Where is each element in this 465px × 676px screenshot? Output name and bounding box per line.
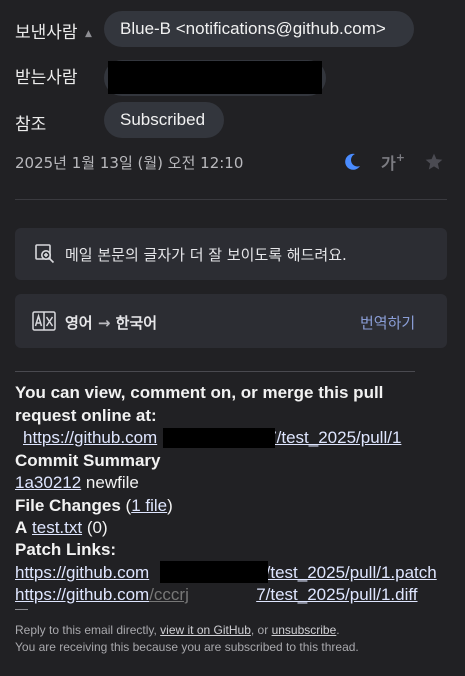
header-divider [15,199,447,200]
view-on-github-link[interactable]: view it on GitHub [160,623,251,637]
zoom-text-icon [33,242,57,266]
arrow-icon: → [97,314,111,332]
redacted-recipient [108,61,322,94]
unsubscribe-link[interactable]: unsubscribe [272,623,337,637]
redacted-repo-owner-1 [163,428,275,448]
translate-card: 영어 → 한국어 번역하기 [15,294,447,348]
patch-links-label: Patch Links: [15,540,117,559]
target-language[interactable]: 한국어 [116,314,157,332]
translate-languages: 영어 → 한국어 [65,312,157,333]
cc-label: 참조 [15,115,47,135]
sender-address: Blue-B <notifications@github.com> [120,19,386,38]
star-icon[interactable] [422,150,446,174]
intro-line-1: You can view, comment on, or merge this … [15,383,384,402]
source-language[interactable]: 영어 [65,314,93,332]
from-label: 보낸사람 ▲ [15,23,92,43]
translate-button[interactable]: 번역하기 [360,312,415,333]
commit-message: newfile [85,473,139,492]
file-name-link[interactable]: test.txt [32,518,82,537]
footer-reply-line: Reply to this email directly, view it on… [15,623,340,637]
commit-hash-link[interactable]: 1a30212 [15,473,81,492]
separator-dash: — [15,601,28,616]
sender-chip[interactable]: Blue-B <notifications@github.com> [104,11,414,47]
caret-up-icon[interactable]: ▲ [85,29,92,39]
to-label: 받는사람 [15,68,78,88]
body-divider [15,371,415,372]
file-changes-link[interactable]: 1 file [131,496,167,515]
cc-chip[interactable]: Subscribed [104,102,224,138]
redacted-repo-owner-2 [160,561,268,583]
intro-line-2: request online at: [15,406,157,425]
footer-subscribed-line: You are receiving this because you are s… [15,640,359,654]
commit-summary-label: Commit Summary [15,451,161,470]
file-changes-line: File Changes (1 file) [15,496,173,515]
diff-link[interactable]: https://github.com/cccrj 7/test_2025/pull… [15,585,418,605]
translate-icon [31,310,57,332]
moon-icon[interactable] [340,150,364,174]
readability-text: 메일 본문의 글자가 더 잘 보이도록 해드려요. [65,246,347,264]
email-date: 2025년 1월 13일 (월) 오전 12:10 [15,154,244,172]
readability-card[interactable]: 메일 본문의 글자가 더 잘 보이도록 해드려요. [15,228,447,280]
cc-value: Subscribed [120,110,206,129]
font-size-icon[interactable]: 가 + [378,150,408,174]
file-row: A test.txt (0) [15,518,108,537]
commit-line: 1a30212 newfile [15,473,139,493]
